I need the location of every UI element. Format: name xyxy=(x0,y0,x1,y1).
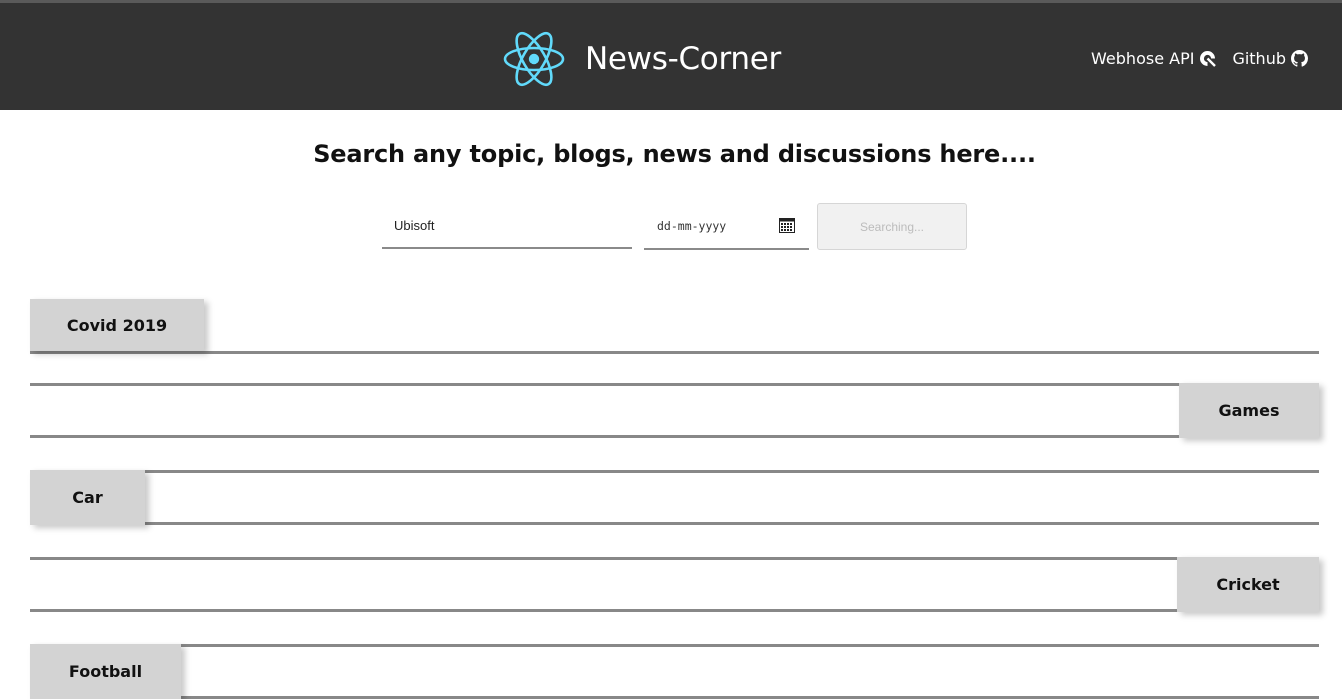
github-icon xyxy=(1291,50,1308,67)
github-link[interactable]: Github xyxy=(1232,49,1308,68)
react-atom-icon xyxy=(503,31,565,87)
app-title: News-Corner xyxy=(585,41,781,77)
search-button[interactable]: Searching... xyxy=(817,203,967,250)
topic-row-cricket: Cricket xyxy=(30,557,1319,612)
topic-row-football: Football xyxy=(30,644,1319,699)
date-placeholder: dd-mm-yyyy xyxy=(657,218,727,233)
topic-tab-cricket[interactable]: Cricket xyxy=(1177,557,1319,612)
topic-row-car: Car xyxy=(30,470,1319,525)
topic-tab-games[interactable]: Games xyxy=(1179,383,1319,438)
webhose-api-link[interactable]: Webhose API xyxy=(1091,49,1217,68)
calendar-icon[interactable] xyxy=(779,218,795,236)
github-label: Github xyxy=(1232,49,1286,68)
webhose-api-label: Webhose API xyxy=(1091,49,1195,68)
topic-row-games: Games xyxy=(30,383,1319,438)
search-input[interactable] xyxy=(382,203,632,249)
webhose-icon xyxy=(1199,50,1217,67)
nav-links: Webhose API Github xyxy=(1091,49,1308,68)
brand[interactable]: News-Corner xyxy=(503,31,781,87)
navbar: News-Corner Webhose API Github xyxy=(0,0,1342,110)
topic-tab-car[interactable]: Car xyxy=(30,470,145,525)
topic-row-covid-2019: Covid 2019 xyxy=(30,299,1319,354)
date-field[interactable]: dd-mm-yyyy xyxy=(644,203,809,250)
page-heading: Search any topic, blogs, news and discus… xyxy=(313,140,1036,168)
topic-tab-covid-2019[interactable]: Covid 2019 xyxy=(30,299,204,351)
topic-tab-football[interactable]: Football xyxy=(30,644,181,699)
